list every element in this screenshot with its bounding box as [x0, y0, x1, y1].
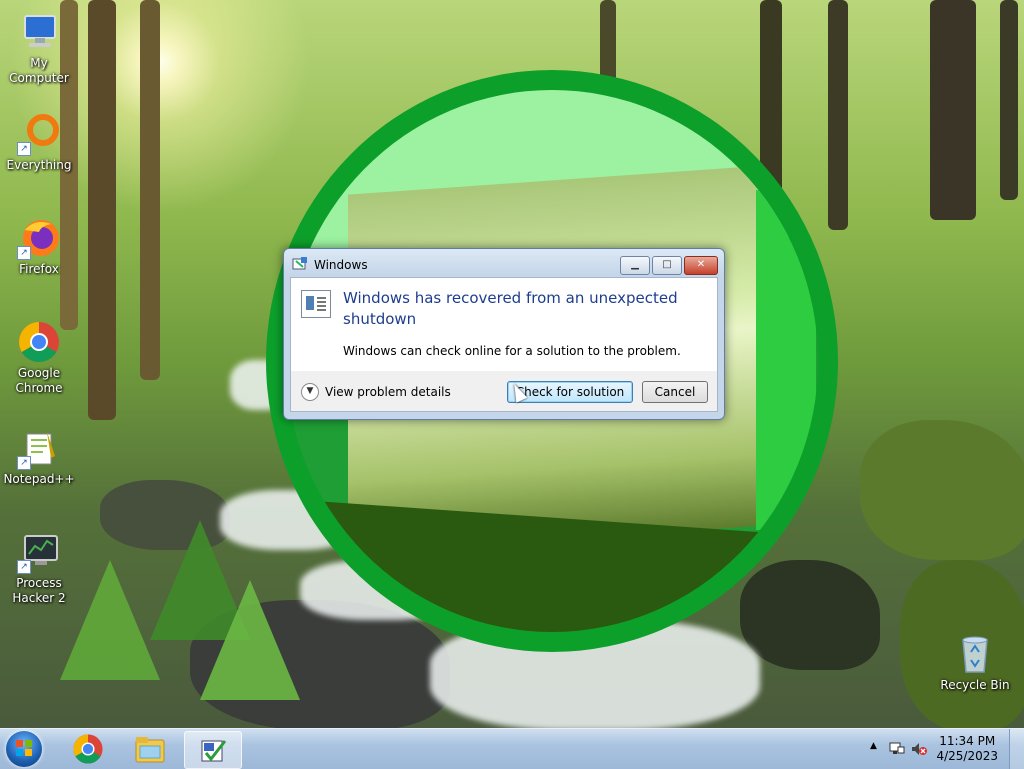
taskbar: ▲ 11:34 PM 4/25/2023: [0, 728, 1024, 769]
cancel-button[interactable]: Cancel: [642, 381, 708, 403]
dialog-headline: Windows has recovered from an unexpected…: [343, 289, 678, 328]
maximize-icon: □: [662, 259, 672, 270]
desktop-icon-label: Recycle Bin: [940, 678, 1010, 692]
report-problem-icon: [201, 740, 227, 762]
windows-report-icon: [292, 257, 308, 271]
desktop-icon-everything[interactable]: ↗ Everything: [0, 112, 78, 173]
shortcut-arrow-icon: ↗: [17, 246, 31, 260]
desktop-icon-notepadpp[interactable]: ↗ Notepad++: [0, 426, 78, 487]
clock-time: 11:34 PM: [939, 734, 996, 748]
clock[interactable]: 11:34 PM 4/25/2023: [936, 734, 998, 764]
show-desktop-button[interactable]: [1009, 729, 1024, 769]
everything-icon: ↗: [17, 112, 61, 156]
system-tray: ▲ 11:34 PM 4/25/2023: [864, 729, 1024, 769]
desktop-icon-label: Everything: [6, 158, 72, 172]
problem-report-icon: [301, 290, 331, 318]
chevron-down-icon: ▼: [301, 383, 319, 401]
desktop-icon-google-chrome[interactable]: Google Chrome: [0, 320, 78, 396]
dialog-message: Windows can check online for a solution …: [343, 344, 681, 358]
dialog-title: Windows: [314, 258, 368, 272]
chrome-icon: [17, 320, 61, 364]
shortcut-arrow-icon: ↗: [17, 456, 31, 470]
computer-icon: [17, 10, 61, 54]
view-problem-details-toggle[interactable]: ▼ View problem details: [301, 383, 451, 401]
desktop-icon-label: Firefox: [19, 262, 59, 276]
unexpected-shutdown-dialog: Windows ▁ □ ✕ Windows has recovered from…: [283, 248, 725, 420]
explorer-icon: [135, 737, 165, 763]
check-for-solution-button[interactable]: Check for solution: [507, 381, 633, 403]
show-hidden-icons-button[interactable]: ▲: [870, 741, 877, 751]
minimize-button[interactable]: ▁: [620, 256, 650, 275]
start-button[interactable]: [6, 731, 42, 767]
taskbar-file-explorer[interactable]: [124, 731, 176, 767]
desktop-icon-label: Google Chrome: [15, 366, 63, 395]
desktop-icon-process-hacker[interactable]: ↗ Process Hacker 2: [0, 530, 78, 606]
maximize-button[interactable]: □: [652, 256, 682, 275]
volume-muted-icon[interactable]: [910, 741, 928, 757]
recycle-bin-icon: [953, 632, 997, 676]
chrome-icon: [73, 734, 103, 764]
taskbar-problem-reports[interactable]: [184, 731, 242, 769]
desktop-icon-label: My Computer: [9, 56, 69, 85]
desktop-icon-label: Process Hacker 2: [12, 576, 66, 605]
notepadpp-icon: ↗: [17, 426, 61, 470]
dialog-footer: ▼ View problem details Check for solution…: [290, 371, 718, 412]
clock-date: 4/25/2023: [936, 749, 998, 763]
shortcut-arrow-icon: ↗: [17, 142, 31, 156]
minimize-icon: ▁: [631, 259, 639, 270]
close-icon: ✕: [696, 259, 706, 270]
desktop-icon-label: Notepad++: [3, 472, 75, 486]
desktop-icon-recycle-bin[interactable]: Recycle Bin: [936, 632, 1014, 693]
desktop-icon-firefox[interactable]: ↗ Firefox: [0, 216, 78, 277]
network-icon[interactable]: [888, 741, 906, 757]
shortcut-arrow-icon: ↗: [17, 560, 31, 574]
dialog-content: Windows has recovered from an unexpected…: [290, 277, 718, 372]
desktop-icon-my-computer[interactable]: My Computer: [0, 10, 78, 86]
close-button[interactable]: ✕: [684, 256, 718, 275]
process-hacker-icon: ↗: [17, 530, 61, 574]
firefox-icon: ↗: [17, 216, 61, 260]
windows-logo-icon: [16, 740, 32, 756]
taskbar-chrome[interactable]: [62, 731, 114, 767]
details-label: View problem details: [325, 385, 451, 399]
